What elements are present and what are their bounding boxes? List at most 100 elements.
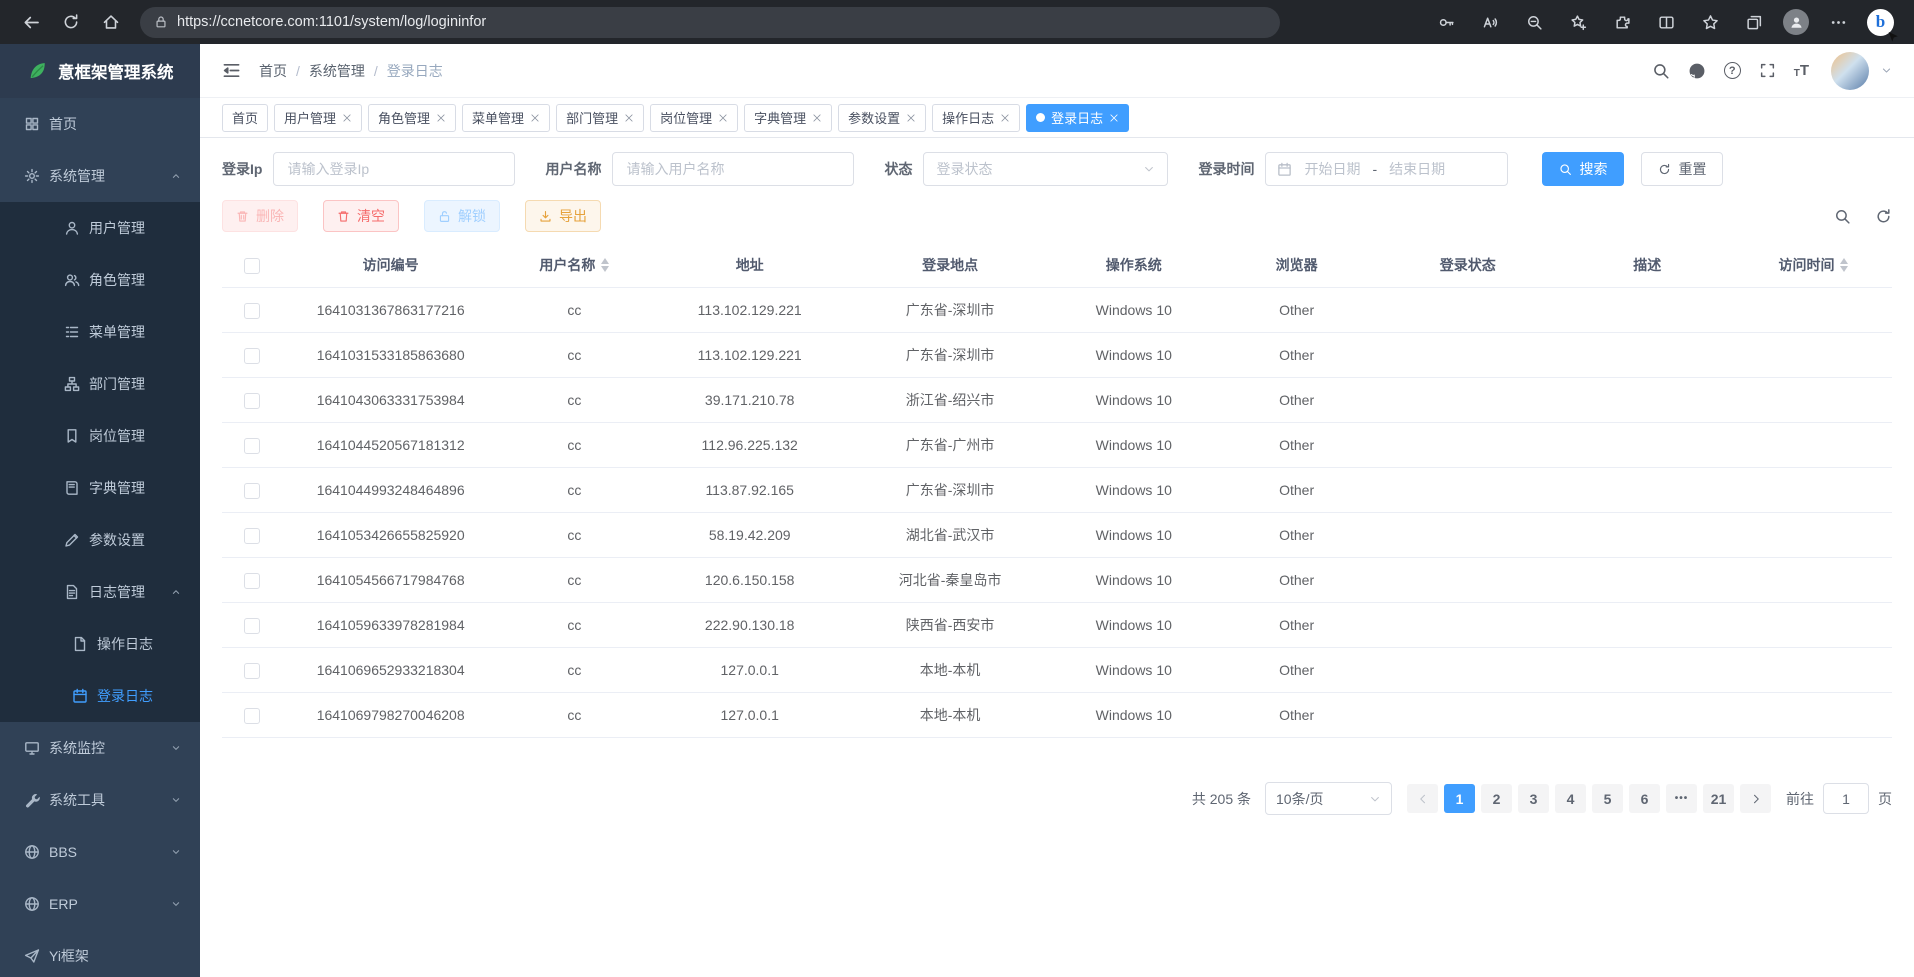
- page-button-4[interactable]: 4: [1555, 784, 1586, 813]
- tab-login-log[interactable]: 登录日志: [1026, 104, 1129, 132]
- sidebar-item-system-tools[interactable]: 系统工具: [0, 774, 200, 826]
- sidebar-item-user-management[interactable]: 用户管理: [0, 202, 200, 254]
- sidebar-item-home[interactable]: 首页: [0, 98, 200, 150]
- sidebar-item-role-management[interactable]: 角色管理: [0, 254, 200, 306]
- tab-operation-log[interactable]: 操作日志: [932, 104, 1020, 132]
- row-checkbox[interactable]: [244, 528, 260, 544]
- date-range-picker[interactable]: 开始日期 - 结束日期: [1265, 152, 1508, 186]
- more-pages-button[interactable]: •••: [1666, 784, 1697, 813]
- fullscreen-icon[interactable]: [1759, 62, 1776, 79]
- username-input[interactable]: [612, 152, 854, 186]
- row-checkbox[interactable]: [244, 663, 260, 679]
- page-size-select[interactable]: 10条/页: [1265, 782, 1392, 815]
- key-icon[interactable]: [1431, 7, 1461, 37]
- close-icon[interactable]: [624, 113, 634, 123]
- sidebar-item-login-log[interactable]: 登录日志: [0, 670, 200, 722]
- user-avatar[interactable]: [1831, 52, 1869, 90]
- page-button-3[interactable]: 3: [1518, 784, 1549, 813]
- row-checkbox[interactable]: [244, 393, 260, 409]
- add-favorite-icon[interactable]: [1563, 7, 1593, 37]
- tab-param-settings[interactable]: 参数设置: [838, 104, 926, 132]
- chevron-down-icon[interactable]: [1881, 65, 1892, 76]
- row-checkbox[interactable]: [244, 348, 260, 364]
- refresh-icon[interactable]: [54, 5, 88, 39]
- search-button[interactable]: 搜索: [1542, 152, 1624, 186]
- status-select[interactable]: 登录状态: [923, 152, 1168, 186]
- sidebar-item-erp[interactable]: ERP: [0, 878, 200, 930]
- sidebar-item-bbs[interactable]: BBS: [0, 826, 200, 878]
- sidebar-item-log-management[interactable]: 日志管理: [0, 566, 200, 618]
- close-icon[interactable]: [906, 113, 916, 123]
- sidebar-item-operation-log[interactable]: 操作日志: [0, 618, 200, 670]
- export-button[interactable]: 导出: [525, 200, 601, 232]
- prev-page-button[interactable]: [1407, 784, 1438, 813]
- sidebar-item-system-management[interactable]: 系统管理: [0, 150, 200, 202]
- row-checkbox[interactable]: [244, 438, 260, 454]
- sidebar-item-post-management[interactable]: 岗位管理: [0, 410, 200, 462]
- hide-search-icon[interactable]: [1834, 208, 1851, 225]
- sort-icon[interactable]: [601, 258, 609, 272]
- close-icon[interactable]: [718, 113, 728, 123]
- address-bar[interactable]: https://ccnetcore.com:1101/system/log/lo…: [140, 7, 1280, 38]
- profile-icon[interactable]: [1783, 9, 1809, 35]
- row-checkbox[interactable]: [244, 708, 260, 724]
- split-screen-icon[interactable]: [1651, 7, 1681, 37]
- unlock-button[interactable]: 解锁: [424, 200, 500, 232]
- search-icon[interactable]: [1652, 62, 1670, 80]
- sidebar-item-menu-management[interactable]: 菜单管理: [0, 306, 200, 358]
- tab-dept-management[interactable]: 部门管理: [556, 104, 644, 132]
- back-icon[interactable]: [14, 5, 48, 39]
- sidebar-toggle-icon[interactable]: [222, 61, 241, 80]
- close-icon[interactable]: [530, 113, 540, 123]
- sidebar-item-dept-management[interactable]: 部门管理: [0, 358, 200, 410]
- goto-page-input[interactable]: [1823, 783, 1869, 814]
- collections-icon[interactable]: [1739, 7, 1769, 37]
- page-button-21[interactable]: 21: [1703, 784, 1734, 813]
- more-icon[interactable]: [1823, 7, 1853, 37]
- page-button-2[interactable]: 2: [1481, 784, 1512, 813]
- close-icon[interactable]: [812, 113, 822, 123]
- login-ip-input[interactable]: [273, 152, 515, 186]
- delete-button[interactable]: 删除: [222, 200, 298, 232]
- col-username[interactable]: 用户名称: [499, 243, 649, 288]
- reset-button[interactable]: 重置: [1641, 152, 1723, 186]
- row-checkbox[interactable]: [244, 483, 260, 499]
- github-icon[interactable]: [1688, 62, 1706, 80]
- clear-button[interactable]: 清空: [323, 200, 399, 232]
- tab-home[interactable]: 首页: [222, 104, 268, 132]
- font-size-icon[interactable]: TT: [1794, 62, 1809, 79]
- close-icon[interactable]: [1109, 113, 1119, 123]
- row-checkbox[interactable]: [244, 573, 260, 589]
- app-logo[interactable]: 意框架管理系统: [0, 44, 200, 98]
- breadcrumb-system-management[interactable]: 系统管理: [309, 61, 365, 81]
- zoom-out-icon[interactable]: [1519, 7, 1549, 37]
- next-page-button[interactable]: [1740, 784, 1771, 813]
- help-icon[interactable]: ?: [1724, 62, 1741, 79]
- home-icon[interactable]: [94, 5, 128, 39]
- close-icon[interactable]: [342, 113, 352, 123]
- sidebar-item-dict-management[interactable]: 字典管理: [0, 462, 200, 514]
- select-all-checkbox[interactable]: [244, 258, 260, 274]
- close-icon[interactable]: [1000, 113, 1010, 123]
- sidebar-item-yi-framework[interactable]: Yi框架: [0, 930, 200, 977]
- copilot-icon[interactable]: b: [1867, 9, 1894, 36]
- col-visit-time[interactable]: 访问时间: [1735, 243, 1892, 288]
- favorites-icon[interactable]: [1695, 7, 1725, 37]
- breadcrumb-home[interactable]: 首页: [259, 61, 287, 81]
- tab-post-management[interactable]: 岗位管理: [650, 104, 738, 132]
- refresh-icon[interactable]: [1875, 208, 1892, 225]
- sidebar-item-system-monitor[interactable]: 系统监控: [0, 722, 200, 774]
- page-button-6[interactable]: 6: [1629, 784, 1660, 813]
- row-checkbox[interactable]: [244, 618, 260, 634]
- close-icon[interactable]: [436, 113, 446, 123]
- tab-dict-management[interactable]: 字典管理: [744, 104, 832, 132]
- page-button-1[interactable]: 1: [1444, 784, 1475, 813]
- page-button-5[interactable]: 5: [1592, 784, 1623, 813]
- tab-menu-management[interactable]: 菜单管理: [462, 104, 550, 132]
- row-checkbox[interactable]: [244, 303, 260, 319]
- read-aloud-icon[interactable]: [1475, 7, 1505, 37]
- extensions-icon[interactable]: [1607, 7, 1637, 37]
- tab-role-management[interactable]: 角色管理: [368, 104, 456, 132]
- sort-icon[interactable]: [1840, 258, 1848, 272]
- tab-user-management[interactable]: 用户管理: [274, 104, 362, 132]
